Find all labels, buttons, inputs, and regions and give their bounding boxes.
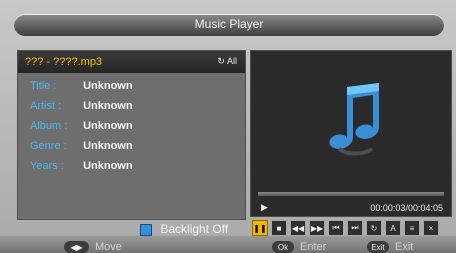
meta-row-title: Title : Unknown xyxy=(30,80,133,100)
pause-button[interactable]: ❚❚ xyxy=(252,220,268,236)
rewind-button[interactable]: ◀◀ xyxy=(290,220,306,236)
fast-forward-button[interactable]: ▶▶ xyxy=(309,220,325,236)
ab-repeat-button[interactable]: A xyxy=(385,220,401,236)
next-button[interactable]: ⏭ xyxy=(347,220,363,236)
ab-repeat-icon: A xyxy=(390,223,396,233)
backlight-toggle[interactable]: Backlight Off xyxy=(140,222,228,236)
close-button[interactable]: × xyxy=(423,220,439,236)
backlight-state: Off xyxy=(212,222,229,236)
meta-value: Unknown xyxy=(83,160,133,172)
previous-button[interactable]: ⏮ xyxy=(328,220,344,236)
backlight-swatch xyxy=(140,223,152,236)
meta-label: Title : xyxy=(30,80,57,92)
repeat-icon: ↻ xyxy=(370,223,378,233)
total-time: /00:04:05 xyxy=(405,203,443,213)
music-player-screen: Music Player ??? - ????.mp3 ↻ All Title … xyxy=(0,0,456,253)
playback-controls: ❚❚ ■ ◀◀ ▶▶ ⏮ ⏭ ↻ A ≡ × xyxy=(252,220,439,236)
fast-forward-icon: ▶▶ xyxy=(310,223,324,233)
meta-label: Years : xyxy=(30,160,64,172)
file-name: ??? - ????.mp3 xyxy=(25,56,103,68)
ok-key[interactable]: Ok xyxy=(272,241,294,253)
progress-bar[interactable] xyxy=(258,192,444,196)
time-readout: 00:00:03/00:04:05 xyxy=(370,203,443,213)
meta-row-album: Album : Unknown xyxy=(30,120,133,140)
repeat-icon: ↻ xyxy=(217,56,225,66)
track-info-panel: ??? - ????.mp3 ↻ All Title : Unknown Art… xyxy=(17,50,246,220)
play-icon: ▶ xyxy=(261,202,268,212)
repeat-button[interactable]: ↻ xyxy=(366,220,382,236)
meta-value: Unknown xyxy=(83,80,133,92)
backlight-label: Backlight xyxy=(160,222,210,236)
next-icon: ⏭ xyxy=(351,223,359,232)
playlist-button[interactable]: ≡ xyxy=(404,220,420,236)
app-title: Music Player xyxy=(194,17,264,31)
title-bar: Music Player xyxy=(14,14,444,36)
stop-icon: ■ xyxy=(276,223,282,233)
music-note-icon xyxy=(329,83,379,156)
meta-label: Artist : xyxy=(30,100,62,112)
move-label: Move xyxy=(95,241,122,253)
meta-value: Unknown xyxy=(83,100,133,112)
exit-label: Exit xyxy=(395,241,414,253)
file-header: ??? - ????.mp3 ↻ All xyxy=(18,51,245,73)
repeat-indicator: ↻ All xyxy=(217,56,237,67)
meta-label: Genre : xyxy=(30,140,67,152)
meta-value: Unknown xyxy=(83,140,133,152)
metadata-list: Title : Unknown Artist : Unknown Album :… xyxy=(30,80,133,180)
move-key-icon: ◀▶ xyxy=(64,241,89,253)
enter-label: Enter xyxy=(300,241,327,253)
meta-value: Unknown xyxy=(83,120,133,132)
exit-key[interactable]: Exit xyxy=(367,241,389,253)
meta-row-years: Years : Unknown xyxy=(30,160,133,180)
playlist-icon: ≡ xyxy=(409,223,415,233)
stop-button[interactable]: ■ xyxy=(271,220,287,236)
repeat-mode: All xyxy=(226,56,237,66)
now-playing-panel: ▶ 00:00:03/00:04:05 xyxy=(250,50,452,217)
meta-label: Album : xyxy=(30,120,68,132)
close-icon: × xyxy=(428,223,434,233)
meta-row-genre: Genre : Unknown xyxy=(30,140,133,160)
meta-row-artist: Artist : Unknown xyxy=(30,100,133,120)
rewind-icon: ◀◀ xyxy=(291,223,305,233)
pause-icon: ❚❚ xyxy=(253,223,267,233)
previous-icon: ⏮ xyxy=(332,223,340,232)
current-time: 00:00:03 xyxy=(370,203,406,213)
